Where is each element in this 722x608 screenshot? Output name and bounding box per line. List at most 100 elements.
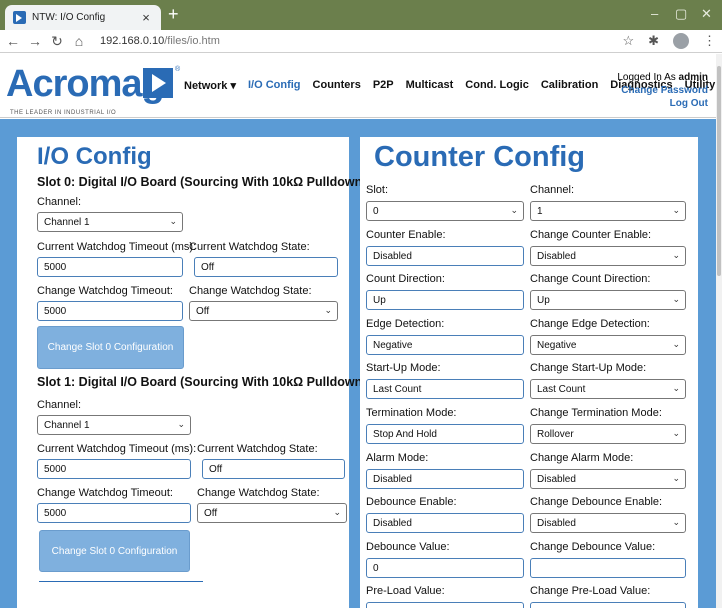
home-icon[interactable]: ⌂ [70,33,88,49]
slot-0-channel-select[interactable]: Channel 1 ⌄ [37,212,183,232]
chevron-down-icon: ⌄ [672,205,680,215]
change-edge-detection-value: Negative [537,339,577,351]
chevron-down-icon: ⌄ [672,338,680,349]
debounce-enable-field: Disabled [366,513,524,534]
change-pre-load-value-input[interactable] [530,602,686,608]
change-counter-enable-value: Disabled [537,250,576,262]
window-close-icon[interactable]: ✕ [701,6,712,22]
url-path: /files/io.htm [164,35,220,47]
io-config-title: I/O Config [37,143,152,170]
chevron-down-icon: ⌄ [324,305,332,315]
slot-1-change-state-label: Change Watchdog State: [197,487,320,499]
slot-0-current-state-label: Current Watchdog State: [189,241,310,253]
slot-0-current-state-field: Off [194,257,338,277]
change-termination-mode-select[interactable]: Rollover ⌄ [530,424,686,444]
chevron-down-icon: ⌄ [169,216,177,226]
channel-label: Channel: [530,184,575,196]
close-tab-icon[interactable]: × [139,10,153,25]
change-start-up-mode-label: Change Start-Up Mode: [530,362,647,375]
forward-icon[interactable]: → [26,33,44,49]
change-password-link[interactable]: Change Password [617,84,708,97]
change-debounce-enable-select[interactable]: Disabled ⌄ [530,513,686,534]
channel-value: 1 [537,206,543,217]
page-scrollbar[interactable] [716,54,722,608]
channel-select[interactable]: 1 ⌄ [530,201,686,221]
scrollbar-thumb[interactable] [717,66,721,276]
slot-0-channel-value: Channel 1 [44,217,90,228]
slot-1-change-state-select[interactable]: Off ⌄ [197,503,347,523]
slot-0-change-state-label: Change Watchdog State: [189,285,312,297]
logout-link[interactable]: Log Out [617,97,708,110]
chevron-down-icon: ⌄ [510,205,518,215]
pre-load-value-field: 0 [366,602,524,608]
debounce-enable-label: Debounce Enable: [366,496,457,509]
change-debounce-enable-label: Change Debounce Enable: [530,496,663,509]
acromag-logo[interactable]: Acromag [6,63,165,106]
change-debounce-value-input[interactable] [530,557,686,578]
minimize-icon[interactable]: – [651,6,658,21]
io-config-panel: I/O Config Slot 0: Digital I/O Board (So… [17,137,366,608]
slot-1-change-state-value: Off [204,508,218,519]
change-slot-1-config-button[interactable]: Change Slot 0 Configuration [39,530,190,572]
menu-calibration[interactable]: Calibration [541,79,598,92]
menu-p2p[interactable]: P2P [373,79,394,92]
alarm-mode-label: Alarm Mode: [366,451,429,464]
change-counter-enable-select[interactable]: Disabled ⌄ [530,245,686,266]
extensions-icon[interactable]: ✱ [648,33,659,49]
change-start-up-mode-select[interactable]: Last Count ⌄ [530,379,686,400]
change-count-direction-label: Change Count Direction: [530,273,651,286]
menu-counters[interactable]: Counters [313,79,361,92]
slot-1-change-timeout-input[interactable]: 5000 [37,503,191,523]
chevron-down-icon: ⌄ [333,507,341,517]
change-pre-load-value-label: Change Pre-Load Value: [530,585,651,598]
slot-select[interactable]: 0 ⌄ [366,201,524,221]
back-icon[interactable]: ← [4,33,22,49]
slot-1-current-timeout-field: 5000 [37,459,191,479]
profile-avatar-icon[interactable] [673,33,689,49]
slot-value: 0 [373,206,379,217]
browser-tab-bar: NTW: I/O Config × + – ▢ ✕ [0,0,722,30]
reload-icon[interactable]: ↻ [48,33,66,50]
change-edge-detection-select[interactable]: Negative ⌄ [530,334,686,355]
termination-mode-field: Stop And Hold [366,424,524,444]
count-direction-label: Count Direction: [366,273,445,286]
logged-in-prefix: Logged In As [617,72,679,83]
browser-tab[interactable]: NTW: I/O Config × [5,5,161,30]
logged-in-user: admin [678,72,708,83]
logged-in-status: Logged In As admin [617,71,708,84]
chevron-down-icon: ⌄ [672,249,680,260]
change-count-direction-value: Up [537,295,550,307]
slot-1-current-state-field: Off [202,459,345,479]
change-slot-0-config-button[interactable]: Change Slot 0 Configuration [37,326,184,369]
slot-0-change-state-select[interactable]: Off ⌄ [189,301,338,321]
slot-0-change-timeout-input[interactable]: 5000 [37,301,183,321]
slot-1-current-timeout-label: Current Watchdog Timeout (ms): [37,443,197,455]
slot-label: Slot: [366,184,389,196]
change-alarm-mode-value: Disabled [537,473,576,485]
slot-1-channel-select[interactable]: Channel 1 ⌄ [37,415,191,435]
change-count-direction-select[interactable]: Up ⌄ [530,290,686,311]
slot-0-current-timeout-label: Current Watchdog Timeout (ms): [37,241,197,253]
maximize-icon[interactable]: ▢ [675,6,687,22]
new-tab-icon[interactable]: + [168,5,179,23]
pre-load-value-label: Pre-Load Value: [366,585,445,598]
slot-1-change-timeout-label: Change Watchdog Timeout: [37,487,173,499]
browser-menu-icon[interactable]: ⋮ [703,33,716,49]
url-field[interactable]: 192.168.0.10/files/io.htm [100,35,220,47]
menu-io-config[interactable]: I/O Config [248,79,301,92]
menu-multicast[interactable]: Multicast [406,79,454,92]
change-debounce-value-label: Change Debounce Value: [530,540,656,553]
debounce-value-label: Debounce Value: [366,540,450,553]
change-termination-mode-value: Rollover [537,429,574,440]
bookmark-star-icon[interactable]: ☆ [622,33,634,49]
menu-network[interactable]: Network ▾ [184,79,236,92]
site-header: Acromag ® THE LEADER IN INDUSTRIAL I/O N… [0,54,716,118]
url-host: 192.168.0.10 [100,35,165,47]
slot-0-channel-label: Channel: [37,196,82,208]
change-termination-mode-label: Change Termination Mode: [530,407,662,419]
slot-0-heading: Slot 0: Digital I/O Board (Sourcing With… [37,175,367,189]
change-alarm-mode-select[interactable]: Disabled ⌄ [530,468,686,489]
change-counter-enable-label: Change Counter Enable: [530,228,652,241]
menu-cond-logic[interactable]: Cond. Logic [465,79,529,92]
counter-config-panel: Counter Config Slot: 0 ⌄ Channel: 1 ⌄ Counter … [360,137,698,608]
